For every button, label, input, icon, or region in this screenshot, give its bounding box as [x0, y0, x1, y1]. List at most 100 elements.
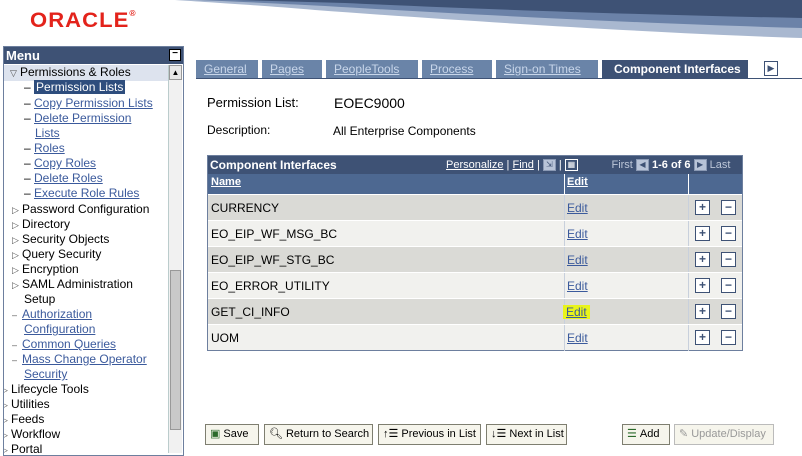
menu-item-lifecycle-tools[interactable]: ▷Lifecycle Tools: [4, 382, 89, 398]
next-list-icon: ↓☰: [491, 428, 507, 440]
delete-row-icon[interactable]: −: [721, 200, 736, 215]
menu-item-utilities[interactable]: ▷Utilities: [4, 397, 50, 413]
cell-separator: [564, 195, 565, 221]
view-all-icon[interactable]: ⇲: [542, 159, 556, 172]
previous-row-icon[interactable]: ◀: [635, 159, 649, 172]
menu-item-label[interactable]: Delete Permission: [34, 111, 131, 125]
menu-item-password-configuration[interactable]: ▷ Password Configuration: [12, 202, 149, 218]
previous-list-icon: ↑☰: [383, 428, 399, 440]
menu-item-label[interactable]: Execute Role Rules: [34, 186, 139, 200]
tab-component-interfaces[interactable]: Component Interfaces: [602, 60, 750, 78]
menu-item-permission-lists[interactable]: – Permission Lists: [24, 80, 126, 95]
menu-item-directory[interactable]: ▷ Directory: [12, 217, 70, 233]
menu-item-label[interactable]: Delete Roles: [34, 171, 103, 185]
menu-item-label: Encryption: [22, 262, 79, 276]
last-link[interactable]: Last: [710, 159, 731, 171]
save-icon: ▣: [210, 428, 221, 440]
menu-item-query-security[interactable]: ▷ Query Security: [12, 247, 101, 263]
menu-item-label[interactable]: Authorization: [22, 307, 92, 321]
menu-item-portal[interactable]: ▷Portal: [4, 442, 42, 455]
add-button[interactable]: ☰ Add: [622, 424, 670, 445]
menu-item-label[interactable]: Copy Permission Lists: [34, 96, 153, 110]
delete-row-icon[interactable]: −: [721, 226, 736, 241]
column-header-name[interactable]: Name: [211, 176, 241, 188]
return-to-search-button[interactable]: 🔍︎ Return to Search: [264, 424, 373, 445]
menu-item-label[interactable]: Mass Change Operator: [22, 352, 147, 366]
menu-item-copy-permission-lists[interactable]: – Copy Permission Lists: [24, 96, 153, 111]
add-row-icon[interactable]: +: [695, 278, 710, 293]
row-edit-link[interactable]: Edit: [567, 201, 588, 215]
menu-item-saml-setup[interactable]: Setup: [24, 292, 55, 307]
menu-item-common-queries[interactable]: – Common Queries: [12, 337, 116, 353]
tab-general[interactable]: General: [196, 60, 260, 78]
add-row-icon[interactable]: +: [695, 200, 710, 215]
menu-collapse-icon[interactable]: −: [169, 49, 181, 61]
menu-item-label[interactable]: Roles: [34, 141, 65, 155]
menu-item-feeds[interactable]: ▷Feeds: [4, 412, 44, 428]
column-header-edit[interactable]: Edit: [567, 176, 588, 188]
row-edit-link[interactable]: Edit: [567, 253, 588, 267]
menu-item-authorization[interactable]: – Authorization: [12, 307, 92, 323]
menu-item-label[interactable]: Permission Lists: [34, 80, 126, 94]
personalize-link[interactable]: Personalize: [446, 159, 503, 171]
nav-separator: |: [536, 159, 540, 171]
next-row-icon[interactable]: ▶: [693, 159, 707, 172]
previous-in-list-button[interactable]: ↑☰ Previous in List: [378, 424, 481, 445]
delete-row-icon[interactable]: −: [721, 330, 736, 345]
row-edit-link[interactable]: Edit: [567, 227, 588, 241]
save-button[interactable]: ▣ Save: [205, 424, 259, 445]
cell-separator: [688, 299, 689, 325]
menu-item-label: Password Configuration: [22, 202, 150, 216]
first-link[interactable]: First: [611, 159, 632, 171]
row-edit-link[interactable]: Edit: [567, 331, 588, 345]
menu-item-execute-role-rules[interactable]: – Execute Role Rules: [24, 186, 139, 201]
menu-item-label[interactable]: Copy Roles: [34, 156, 96, 170]
menu-item-label[interactable]: Lists: [35, 126, 60, 140]
menu-item-label[interactable]: Configuration: [24, 322, 95, 336]
menu-item-delete-permission-cont[interactable]: Lists: [35, 126, 60, 141]
menu-item-copy-roles[interactable]: – Copy Roles: [24, 156, 96, 171]
menu-item-label: Query Security: [22, 247, 102, 261]
tab-peopletools[interactable]: PeopleTools: [326, 60, 420, 78]
add-row-icon[interactable]: +: [695, 252, 710, 267]
add-row-icon[interactable]: +: [695, 330, 710, 345]
tree-dash: –: [12, 340, 18, 350]
add-row-icon[interactable]: +: [695, 226, 710, 241]
button-label: Next in List: [509, 428, 564, 440]
menu-item-label[interactable]: Common Queries: [22, 337, 116, 351]
menu-item-security-objects[interactable]: ▷ Security Objects: [12, 232, 109, 248]
menu-item-configuration[interactable]: Configuration: [24, 322, 95, 337]
scroll-up-icon[interactable]: ▲: [169, 65, 182, 80]
next-in-list-button[interactable]: ↓☰ Next in List: [486, 424, 567, 445]
tab-pages[interactable]: Pages: [262, 60, 324, 78]
header-swoosh: [175, 0, 802, 38]
menu-item-label: Workflow: [11, 427, 61, 441]
row-edit-link[interactable]: Edit: [563, 305, 590, 319]
menu-item-encryption[interactable]: ▷ Encryption: [12, 262, 79, 278]
menu-item-delete-roles[interactable]: – Delete Roles: [24, 171, 103, 186]
scroll-thumb[interactable]: [170, 270, 181, 430]
menu-item-saml-administration[interactable]: ▷ SAML Administration: [12, 277, 133, 293]
row-edit-link[interactable]: Edit: [567, 279, 588, 293]
spreadsheet-icon[interactable]: ▦: [564, 159, 578, 172]
find-link[interactable]: Find: [512, 159, 533, 171]
menu-tree: ▽ Permissions & Roles – Permission Lists …: [4, 64, 169, 455]
triangle-right-icon: ▷: [4, 428, 11, 443]
menu-item-workflow[interactable]: ▷Workflow: [4, 427, 60, 443]
menu-item-mass-change-security[interactable]: Security: [24, 367, 67, 382]
menu-item-mass-change-operator[interactable]: – Mass Change Operator: [12, 352, 147, 368]
tab-scroll-right-icon[interactable]: ▶: [764, 61, 778, 76]
update-display-button[interactable]: ✎ Update/Display: [674, 424, 774, 445]
delete-row-icon[interactable]: −: [721, 278, 736, 293]
menu-item-label[interactable]: Security: [24, 367, 67, 381]
delete-row-icon[interactable]: −: [721, 252, 736, 267]
menu-item-permissions-roles[interactable]: ▽ Permissions & Roles: [4, 65, 169, 81]
menu-item-delete-permission[interactable]: – Delete Permission: [24, 111, 131, 126]
tab-process[interactable]: Process: [422, 60, 494, 78]
delete-row-icon[interactable]: −: [721, 304, 736, 319]
app-window: ORACLE® Menu − ▽ Permissions & Roles – Pe…: [0, 0, 802, 456]
tab-sign-on-times[interactable]: Sign-on Times: [496, 60, 600, 78]
menu-item-roles[interactable]: – Roles: [24, 141, 65, 156]
add-row-icon[interactable]: +: [695, 304, 710, 319]
menu-scrollbar[interactable]: ▲: [168, 65, 182, 453]
